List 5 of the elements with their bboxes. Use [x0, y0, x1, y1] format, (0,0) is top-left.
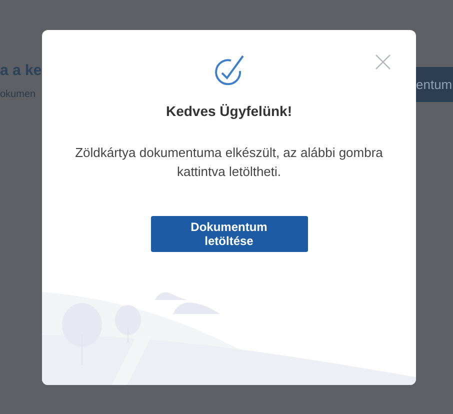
- download-button[interactable]: Dokumentum letöltése: [150, 216, 308, 252]
- close-icon[interactable]: [375, 54, 391, 70]
- page-button[interactable]: entum: [413, 67, 453, 102]
- dialog-title: Kedves Ügyfelünk!: [166, 103, 292, 119]
- dialog-message: Zöldkártya dokumentuma elkészült, az alábbi gombra kattintva letöltheti.: [74, 144, 384, 181]
